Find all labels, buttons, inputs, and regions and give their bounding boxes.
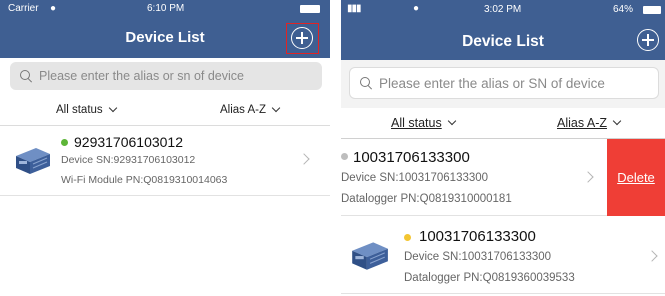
status-dot [404,234,411,241]
status-dot [341,153,348,160]
inverter-device-icon [16,148,50,174]
battery-icon [643,6,661,14]
highlight-box [286,23,319,54]
page-title: Device List [125,29,205,46]
search-icon [20,69,33,83]
sort-filter-label: Alias A-Z [557,116,608,130]
search-area [0,58,330,96]
search-bar[interactable] [349,67,659,99]
wifi-icon: ● [413,3,420,14]
chevron-down-icon [108,103,117,113]
status-bar: ▮▮▮ ● 3:02 PM 64% [341,0,665,20]
filter-bar: All status Alias A-Z [341,108,665,139]
page-title: Device List [462,33,544,50]
right-phone-screen: ▮▮▮ ● 3:02 PM 64% Device List All status… [341,0,665,296]
add-device-icon[interactable] [637,29,659,51]
chevron-right-icon [298,153,310,165]
header: Device List [0,18,330,58]
datalogger-pn: Datalogger PN:Q0819310000181 [341,193,512,205]
device-row[interactable]: 92931706103012 Device SN:92931706103012 … [0,126,330,196]
device-sn: Device SN:92931706103012 [61,154,196,166]
device-title: 10031706133300 [353,149,470,166]
sort-filter-label: Alias A-Z [220,104,267,116]
module-pn: Wi-Fi Module PN:Q0819310014063 [61,174,228,186]
device-title: 10031706133300 [419,228,536,245]
battery-label: 64% [613,4,634,15]
battery-icon [300,5,320,13]
device-title: 92931706103012 [74,134,184,150]
wifi-icon: ● [50,3,57,14]
search-area [341,60,665,108]
online-status-dot [61,139,68,146]
left-phone-screen: Carrier ● 6:10 PM Device List All status… [0,0,330,296]
clock-label: 6:10 PM [147,3,185,14]
sort-filter[interactable]: Alias A-Z [220,103,281,116]
chevron-down-icon [447,116,456,126]
status-filter[interactable]: All status [56,103,117,116]
status-filter[interactable]: All status [391,116,456,130]
status-filter-label: All status [391,116,442,130]
sort-filter[interactable]: Alias A-Z [557,116,622,130]
filter-bar: All status Alias A-Z [0,96,330,126]
chevron-right-icon [582,171,594,183]
inverter-device-icon [352,242,388,270]
carrier-label: Carrier [8,3,39,14]
clock-label: 3:02 PM [484,4,522,15]
device-row[interactable]: 10031706133300 Device SN:10031706133300 … [341,216,665,294]
device-sn: Device SN:10031706133300 [341,172,489,184]
chevron-right-icon [646,250,658,262]
datalogger-pn: Datalogger PN:Q0819360039533 [404,272,575,284]
status-bar: Carrier ● 6:10 PM [0,0,330,18]
search-bar[interactable] [10,62,322,90]
delete-button[interactable]: Delete [607,139,665,216]
status-filter-label: All status [56,104,103,116]
signal-icon: ▮▮▮ [347,3,361,14]
device-row-swiped[interactable]: 10031706133300 Device SN:10031706133300 … [341,139,665,216]
chevron-down-icon [612,116,622,126]
header: Device List [341,20,665,60]
chevron-down-icon [271,103,281,113]
search-input[interactable] [39,69,322,83]
search-input[interactable] [379,75,658,91]
device-sn: Device SN:10031706133300 [404,251,552,263]
search-icon [360,76,373,90]
